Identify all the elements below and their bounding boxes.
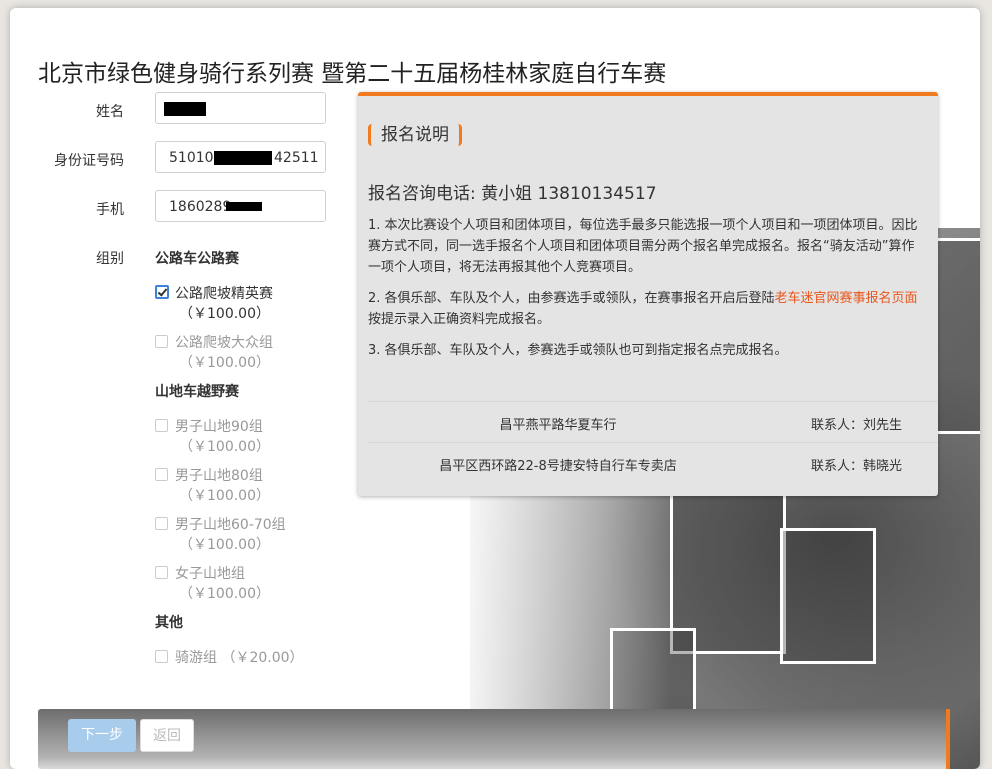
phone-prefix: 1860289 — [169, 199, 232, 215]
option-label: 公路爬坡精英赛 — [175, 286, 273, 302]
checkbox-icon[interactable] — [155, 517, 168, 530]
notice-paragraph-3: 3. 各俱乐部、车队及个人，参赛选手或领队也可到指定报名点完成报名。 — [368, 343, 788, 358]
option-price: （￥100.00） — [179, 306, 270, 322]
page-title: 北京市绿色健身骑行系列赛 暨第二十五届杨桂林家庭自行车赛 — [38, 61, 667, 87]
option-label: 公路爬坡大众组 — [175, 335, 273, 351]
notice-text: 按提示录入正确资料完成报名。 — [368, 312, 551, 327]
redacted-id — [214, 151, 272, 165]
location-contact: 联系人：韩晓光 — [811, 459, 903, 474]
checkbox-icon[interactable] — [155, 468, 168, 481]
id-number-suffix: 42511 — [274, 150, 319, 166]
redacted-name — [164, 102, 206, 116]
name-label: 姓名 — [96, 104, 124, 120]
option-label: 女子山地组 — [175, 566, 245, 582]
road-race-heading: 公路车公路赛 — [155, 251, 239, 267]
checkbox-icon[interactable] — [155, 419, 168, 432]
notice-paragraph-1: 1. 本次比赛设个人项目和团体项目，每位选手最多只能选报一项个人项目和一项团体项… — [368, 218, 918, 275]
option-label: 男子山地60-70组 — [175, 517, 286, 533]
option-price: （￥100.00） — [179, 586, 270, 602]
contact-phone: 报名咨询电话: 黄小姐 13810134517 — [368, 184, 657, 204]
notice-paragraph-2: 2. 各俱乐部、车队及个人，由参赛选手或领队，在赛事报名开启后登陆老车迷官网赛事… — [368, 288, 920, 330]
next-step-button[interactable]: 下一步 — [68, 719, 136, 752]
notice-title: 报名说明 — [368, 124, 462, 146]
location-name: 昌平区西环路22-8号捷安特自行车专卖店 — [439, 459, 677, 474]
location-contact: 联系人：刘先生 — [811, 418, 903, 433]
back-button[interactable]: 返回 — [140, 719, 194, 752]
group-label: 组别 — [96, 251, 124, 267]
phone-input[interactable]: 1860289 — [155, 190, 326, 222]
redacted-phone — [226, 202, 262, 211]
notice-text: 2. 各俱乐部、车队及个人，由参赛选手或领队，在赛事报名开启后登陆 — [368, 291, 775, 306]
option-label: 男子山地90组 — [175, 419, 263, 435]
registration-notice-panel: 报名说明 报名咨询电话: 黄小姐 13810134517 1. 本次比赛设个人项… — [358, 92, 938, 496]
location-name: 昌平燕平路华夏车行 — [499, 418, 617, 433]
option-label: 骑游组 （￥20.00） — [175, 650, 304, 666]
option-price: （￥100.00） — [179, 537, 270, 553]
name-input[interactable] — [155, 92, 326, 124]
mtb-race-heading: 山地车越野赛 — [155, 384, 239, 400]
checkbox-icon[interactable] — [155, 566, 168, 579]
checkbox-icon[interactable] — [155, 650, 168, 663]
action-bar: 下一步 返回 — [38, 709, 950, 769]
id-number-label: 身份证号码 — [54, 153, 124, 169]
other-heading: 其他 — [155, 615, 183, 631]
phone-label: 手机 — [96, 202, 124, 218]
registration-page: 北京市绿色健身骑行系列赛 暨第二十五届杨桂林家庭自行车赛 姓名 身份证号码 51… — [10, 8, 980, 769]
checkbox-icon[interactable] — [155, 335, 168, 348]
option-price: （￥100.00） — [179, 439, 270, 455]
id-number-input[interactable]: 510105 42511 — [155, 141, 326, 173]
option-price: （￥100.00） — [179, 355, 270, 371]
location-row: 昌平燕平路华夏车行 联系人：刘先生 — [368, 401, 938, 442]
option-label: 男子山地80组 — [175, 468, 263, 484]
location-row: 昌平区西环路22-8号捷安特自行车专卖店 联系人：韩晓光 — [368, 442, 938, 483]
checkbox-checked-icon[interactable] — [155, 285, 169, 299]
registration-page-link[interactable]: 老车迷官网赛事报名页面 — [775, 291, 918, 306]
option-price: （￥100.00） — [179, 488, 270, 504]
